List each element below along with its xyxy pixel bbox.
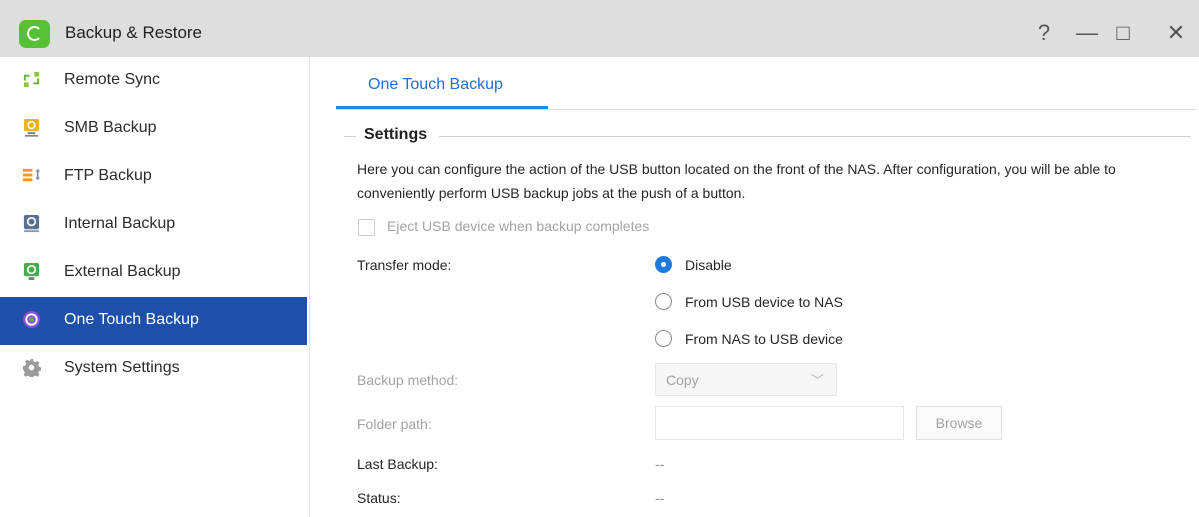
backup-method-value: Copy <box>666 372 699 388</box>
sidebar-item-remote-sync[interactable]: Remote Sync <box>0 57 307 105</box>
sidebar-item-ftp-backup[interactable]: FTP Backup <box>0 153 307 201</box>
sidebar-item-label: FTP Backup <box>64 167 152 184</box>
sidebar-divider <box>309 57 310 517</box>
backup-restore-app-icon <box>19 20 50 48</box>
sidebar-item-label: Internal Backup <box>64 215 176 232</box>
backup-method-label: Backup method: <box>357 372 459 388</box>
sidebar-item-label: Remote Sync <box>64 71 161 88</box>
help-icon[interactable]: ? <box>1032 20 1056 46</box>
sidebar-item-smb-backup[interactable]: SMB Backup <box>0 105 307 153</box>
folder-path-label: Folder path: <box>357 416 432 432</box>
last-backup-label: Last Backup: <box>357 456 438 472</box>
title-bar: Backup & Restore ? — □ ✕ <box>0 0 1199 57</box>
sidebar-item-system-settings[interactable]: System Settings <box>0 345 307 393</box>
sidebar-item-one-touch-backup[interactable]: One Touch Backup <box>0 297 307 345</box>
browse-button[interactable]: Browse <box>916 406 1002 440</box>
tab-one-touch-backup[interactable]: One Touch Backup <box>336 57 548 109</box>
eject-usb-checkbox[interactable] <box>358 219 375 236</box>
transfer-mode-label: Transfer mode: <box>357 257 452 273</box>
transfer-mode-usb-to-nas-label[interactable]: From USB device to NAS <box>685 294 843 310</box>
external-backup-icon <box>23 262 40 281</box>
last-backup-value: -- <box>655 456 665 472</box>
transfer-mode-nas-to-usb-label[interactable]: From NAS to USB device <box>685 331 843 347</box>
minimize-icon[interactable]: — <box>1075 20 1099 46</box>
backup-method-select[interactable]: Copy ﹀ <box>655 363 837 396</box>
chevron-down-icon: ﹀ <box>810 373 824 388</box>
gear-icon <box>22 358 41 377</box>
transfer-mode-nas-to-usb-radio[interactable] <box>655 330 672 347</box>
ftp-backup-icon <box>22 168 41 182</box>
sidebar-item-label: One Touch Backup <box>64 311 199 328</box>
remote-sync-icon <box>23 71 40 88</box>
tab-label: One Touch Backup <box>368 76 503 93</box>
folder-path-input[interactable] <box>655 406 904 440</box>
sidebar-item-external-backup[interactable]: External Backup <box>0 249 307 297</box>
settings-description: Here you can configure the action of the… <box>357 161 1116 201</box>
section-rule-right <box>439 136 1191 137</box>
section-title: Settings <box>364 126 428 143</box>
sidebar-item-label: External Backup <box>64 263 181 280</box>
smb-backup-icon <box>23 118 40 137</box>
sidebar-item-internal-backup[interactable]: Internal Backup <box>0 201 307 249</box>
eject-usb-checkbox-label: Eject USB device when backup completes <box>387 218 650 234</box>
close-icon[interactable]: ✕ <box>1164 20 1188 46</box>
transfer-mode-disable-radio[interactable] <box>655 256 672 273</box>
window-title: Backup & Restore <box>65 23 203 42</box>
one-touch-backup-icon <box>22 310 41 329</box>
tab-divider <box>336 109 1196 110</box>
section-rule-left <box>344 136 356 137</box>
transfer-mode-disable-label[interactable]: Disable <box>685 257 732 273</box>
transfer-mode-usb-to-nas-radio[interactable] <box>655 293 672 310</box>
maximize-icon[interactable]: □ <box>1111 20 1135 46</box>
status-value: -- <box>655 490 665 506</box>
sidebar: Remote Sync SMB Backup FTP Backup Intern… <box>0 57 307 517</box>
sidebar-item-label: System Settings <box>64 359 180 376</box>
internal-backup-icon <box>23 214 40 233</box>
sidebar-item-label: SMB Backup <box>64 119 157 136</box>
status-label: Status: <box>357 490 401 506</box>
